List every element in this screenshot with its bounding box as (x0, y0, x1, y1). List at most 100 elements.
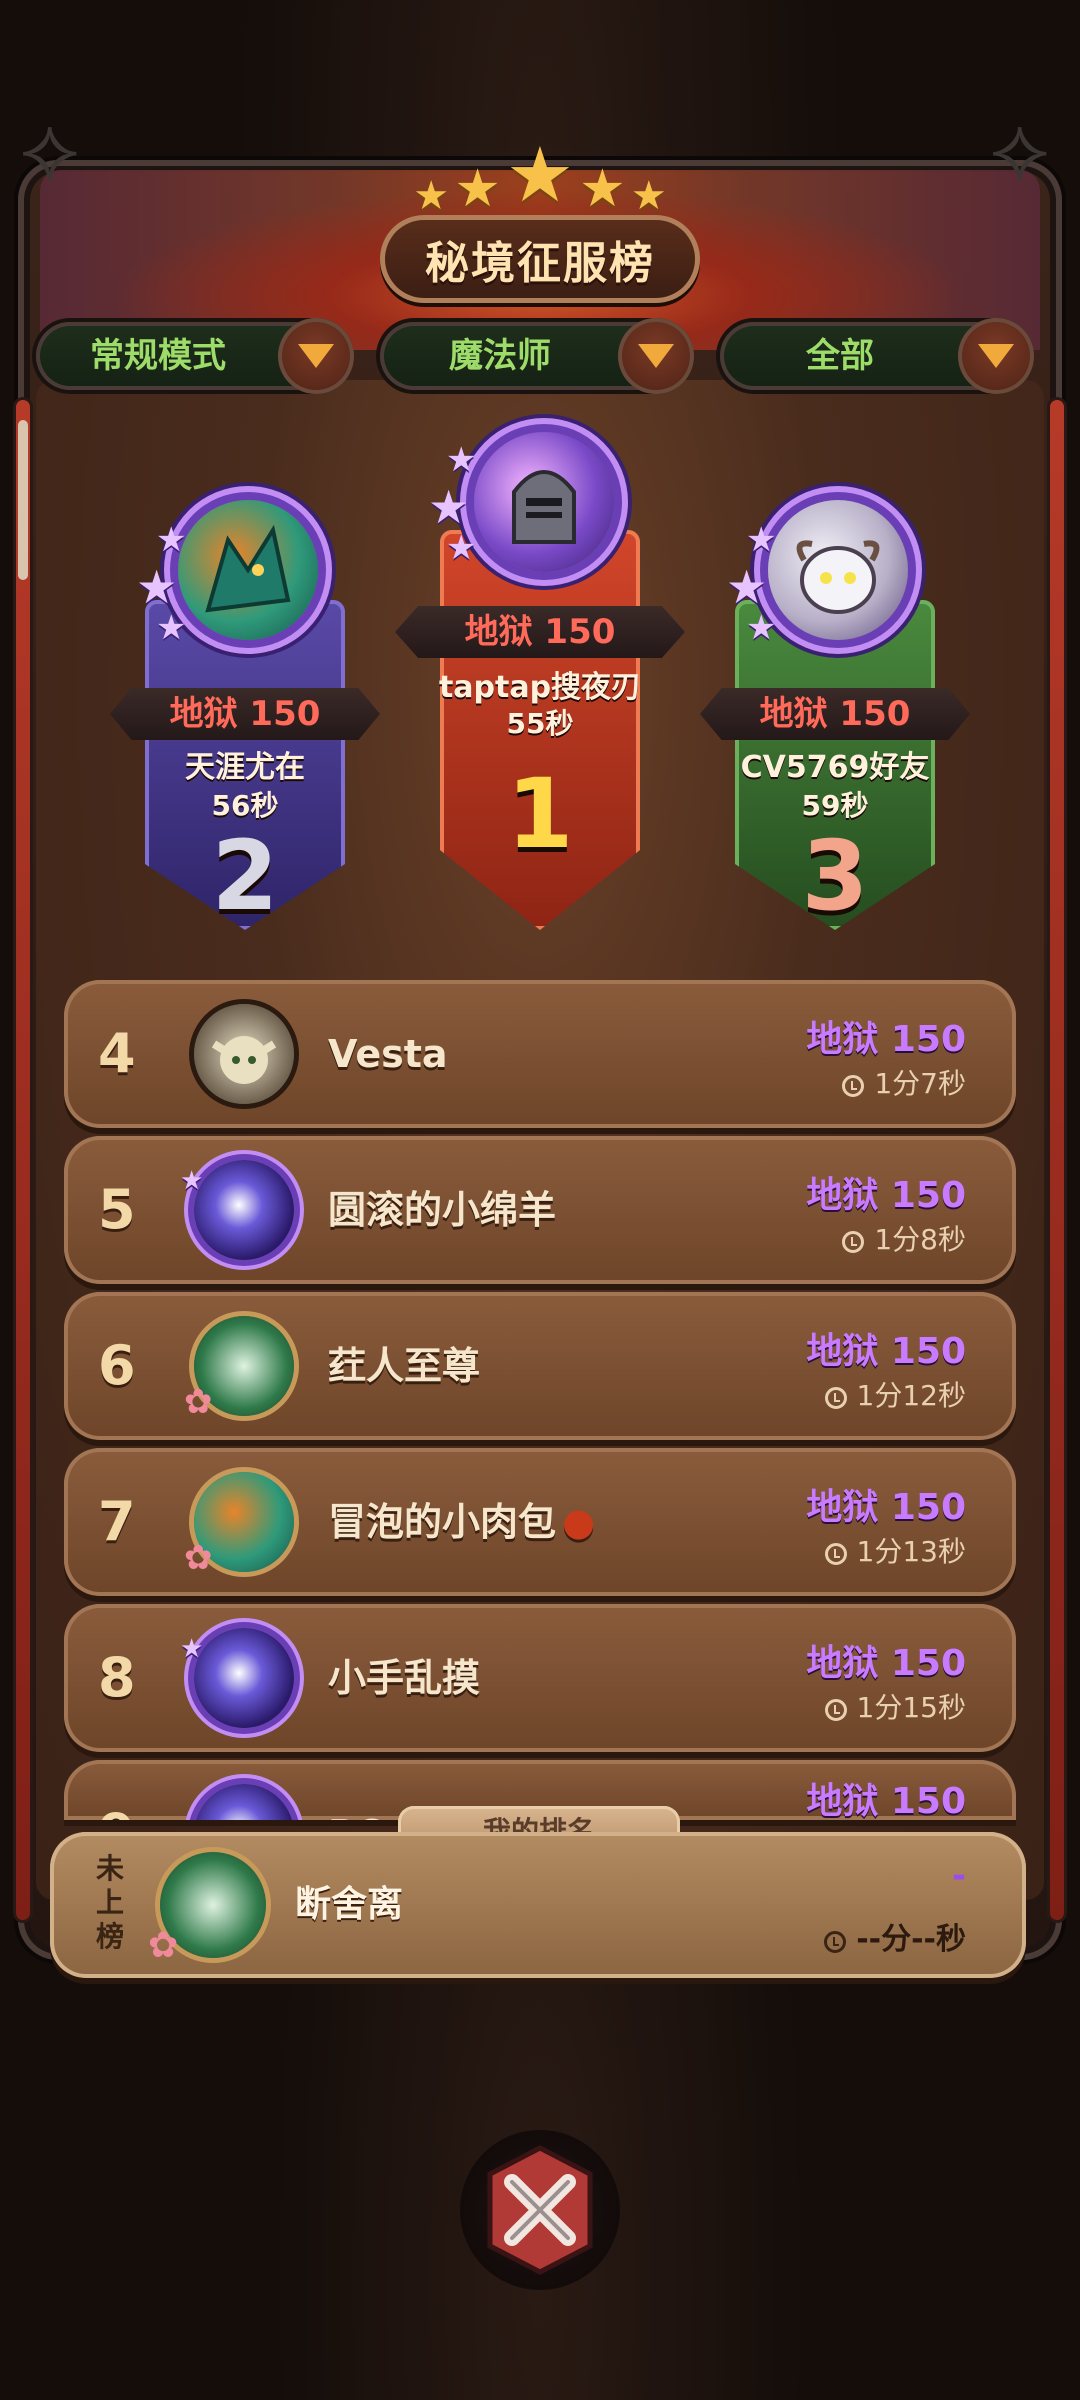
row-rank: 6 (98, 1334, 136, 1397)
clock-icon (842, 1231, 865, 1253)
star-icon: ★ (180, 1634, 204, 1664)
avatar: ✿ (184, 1316, 294, 1422)
my-name: 断舍离 (295, 1884, 404, 1925)
star-icon: ★ (446, 440, 477, 480)
scrollbar-thumb[interactable] (18, 420, 28, 580)
star-icon: ★ (446, 528, 477, 568)
clock-icon (842, 1075, 865, 1097)
row-level: 地狱 150 (806, 1331, 966, 1372)
row-time: 1分8秒 (842, 1218, 966, 1258)
row-name: 冒泡的小肉包 ● (328, 1448, 595, 1596)
row-name: 圆滚的小绵羊 (328, 1188, 557, 1232)
row-time: 1分15秒 (824, 1686, 966, 1726)
avatar: ✿ (148, 1852, 266, 1966)
my-rank-status-char: 未 (95, 1852, 124, 1885)
rating-stars: ★ ★ ★ ★ ★ (0, 130, 1080, 219)
row-rank: 7 (98, 1490, 136, 1553)
clock-icon (824, 1699, 847, 1721)
star-icon: ★ (156, 520, 187, 560)
table-row[interactable]: 4 Vesta 地狱 150 1分7秒 (64, 980, 1016, 1128)
row-name: PO (328, 1760, 388, 1820)
filter-scope-label: 全部 (806, 336, 874, 376)
clear-time: 56秒 (211, 789, 279, 822)
avatar: ★ (180, 1628, 294, 1728)
level-badge: 地狱 150 (395, 606, 685, 658)
star-icon: ★ (136, 560, 178, 614)
row-level: 地狱 150 (806, 1175, 966, 1216)
avatar (194, 1004, 294, 1104)
flower-icon: ✿ (184, 1538, 213, 1578)
my-level: - (951, 1856, 966, 1896)
row-time: 1分7秒 (842, 1062, 966, 1102)
avatar: ✿ (184, 1472, 294, 1578)
row-level: 地狱 150 (806, 1019, 966, 1060)
clear-time: 59秒 (801, 789, 869, 822)
avatar (194, 1784, 294, 1820)
filter-class-dropdown-button[interactable] (618, 318, 694, 394)
clock-icon (824, 1543, 847, 1565)
star-icon: ★ (428, 480, 470, 534)
filter-scope[interactable]: 全部 (720, 318, 1034, 394)
table-row[interactable]: 5 ★ 圆滚的小绵羊 地狱 150 1分8秒 (64, 1136, 1016, 1284)
podium-first[interactable]: ★ ★ ★ 地狱 150 taptap搜夜刃 55秒 1 (395, 410, 685, 930)
star-icon: ★ (726, 560, 768, 614)
row-time-value: 1分8秒 (874, 1223, 966, 1256)
row-level: 地狱 150 (806, 1781, 966, 1820)
row-name: 荭人至尊 (328, 1344, 481, 1388)
table-row[interactable]: 6 ✿ 荭人至尊 地狱 150 1分12秒 (64, 1292, 1016, 1440)
clock-icon (824, 1931, 847, 1953)
filter-bar: 常规模式 魔法师 全部 (0, 318, 1080, 398)
star-icon: ★ (156, 608, 187, 648)
star-icon: ★ (180, 1166, 204, 1196)
dragon-avatar-icon (205, 524, 291, 613)
avatar: ★ (180, 1160, 294, 1260)
star-icon: ★ (505, 130, 575, 219)
rank-number: 1 (506, 758, 574, 870)
filter-mode[interactable]: 常规模式 (36, 318, 354, 394)
player-name: taptap搜夜刃 (438, 670, 642, 705)
knight-helmet-avatar-icon (512, 470, 576, 544)
level-badge: 地狱 150 (110, 688, 380, 740)
row-rank: 5 (98, 1178, 136, 1241)
flower-icon: ✿ (184, 1382, 213, 1422)
flower-icon: ✿ (148, 1925, 179, 1966)
close-button[interactable] (460, 2130, 620, 2290)
row-rank: 8 (98, 1646, 136, 1709)
row-time-value: 1分12秒 (856, 1379, 966, 1412)
row-name: Vesta (328, 1032, 448, 1076)
my-rank-row[interactable]: 未 上 榜 ✿ 断舍离 - --分--秒 (50, 1832, 1026, 1978)
player-name: 天涯尤在 (185, 750, 305, 785)
row-rank: 9 (98, 1760, 136, 1820)
avatar (768, 500, 908, 640)
avatar (474, 432, 614, 572)
row-name: 小手乱摸 (328, 1656, 481, 1700)
close-x-icon (487, 2145, 593, 2275)
row-rank: 4 (98, 1022, 136, 1085)
rank-number: 3 (801, 820, 869, 932)
level-badge: 地狱 150 (700, 688, 970, 740)
podium-second[interactable]: ★ ★ ★ 地狱 150 天涯尤在 56秒 2 (110, 480, 380, 940)
dropdown-arrow-icon (978, 344, 1014, 368)
my-time: --分--秒 (824, 1914, 966, 1958)
table-row[interactable]: 7 ✿ 冒泡的小肉包 ● 地狱 150 1分13秒 (64, 1448, 1016, 1596)
title-plate: 秘境征服榜 (380, 215, 700, 303)
table-row[interactable]: 8 ★ 小手乱摸 地狱 150 1分15秒 (64, 1604, 1016, 1752)
filter-mode-dropdown-button[interactable] (278, 318, 354, 394)
my-rank-status-char: 榜 (95, 1920, 124, 1953)
row-time-value: 1分15秒 (856, 1691, 966, 1724)
star-icon: ★ (746, 608, 777, 648)
row-level: 地狱 150 (806, 1643, 966, 1684)
row-name-text: 冒泡的小肉包 (328, 1500, 557, 1544)
rank-number: 2 (211, 820, 279, 932)
star-icon: ★ (413, 173, 450, 219)
filter-class[interactable]: 魔法师 (380, 318, 694, 394)
filter-scope-dropdown-button[interactable] (958, 318, 1034, 394)
left-rail (16, 400, 30, 1920)
podium-third[interactable]: ★ ★ ★ 地狱 150 CV5769好友 59秒 3 (700, 480, 970, 940)
dropdown-arrow-icon (298, 344, 334, 368)
filter-mode-label: 常规模式 (90, 336, 226, 376)
star-icon: ★ (630, 173, 667, 219)
my-time-value: --分--秒 (856, 1922, 966, 1957)
row-time-value: 1分13秒 (856, 1535, 966, 1568)
dropdown-arrow-icon (638, 344, 674, 368)
